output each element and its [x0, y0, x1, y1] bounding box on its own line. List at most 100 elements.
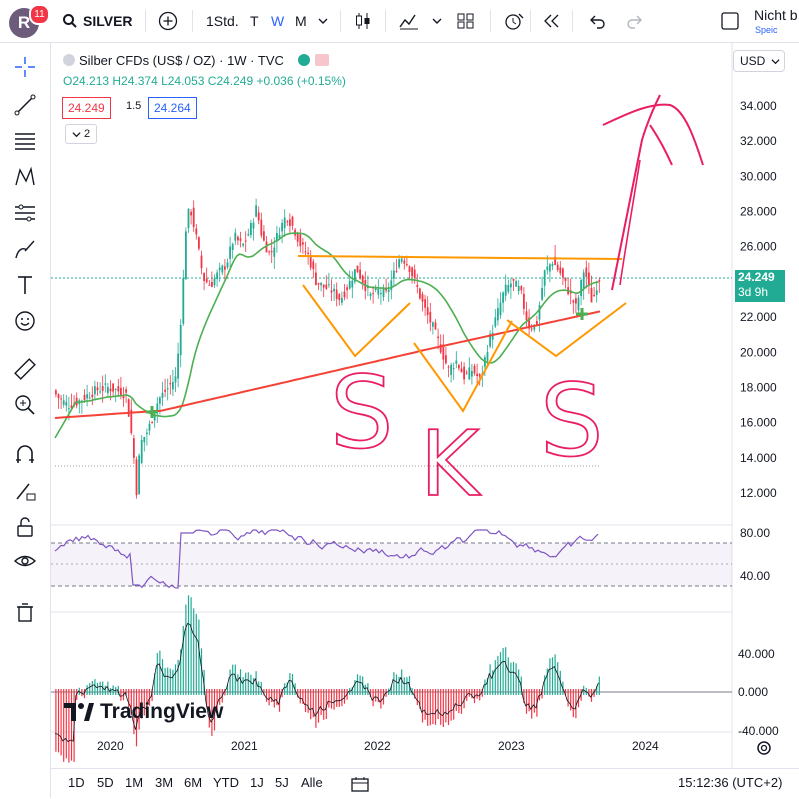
- candle-body: [302, 242, 304, 245]
- goto-date-button[interactable]: [351, 776, 369, 797]
- range-all[interactable]: Alle: [301, 775, 323, 790]
- time-tick-label: 2021: [231, 739, 258, 753]
- range-ytd[interactable]: YTD: [213, 775, 239, 790]
- sell-button[interactable]: 24.249: [62, 97, 111, 119]
- candle-body: [283, 217, 286, 229]
- candle-body: [356, 265, 359, 273]
- candle-body: [83, 394, 86, 400]
- range-1d[interactable]: 1D: [68, 775, 85, 790]
- clock[interactable]: 15:12:36 (UTC+2): [678, 775, 782, 790]
- candle-body: [330, 290, 333, 293]
- candle-body: [351, 280, 354, 288]
- moving-average-fast: [54, 232, 599, 439]
- candle-body: [452, 367, 455, 369]
- candle-body: [403, 260, 406, 264]
- candle-body: [393, 270, 395, 279]
- spread-value: 1.5: [126, 100, 142, 112]
- candle-body: [185, 231, 187, 280]
- candle-body: [224, 266, 226, 270]
- candle-body: [572, 300, 575, 303]
- candle-body: [361, 275, 364, 284]
- candle-body: [200, 255, 203, 269]
- candle-body: [582, 272, 585, 290]
- candle-body: [174, 376, 177, 383]
- candle-body: [497, 308, 499, 321]
- chevron-down-icon: [771, 58, 780, 64]
- buy-button[interactable]: 24.264: [148, 97, 197, 119]
- candle-body: [525, 311, 528, 321]
- rsi-tick-label: 40.00: [740, 569, 770, 583]
- range-5y[interactable]: 5J: [275, 775, 289, 790]
- range-5d[interactable]: 5D: [97, 775, 114, 790]
- candle-body: [135, 459, 138, 496]
- candle-body: [421, 294, 424, 302]
- logo-text: TradingView: [100, 700, 224, 723]
- range-1y[interactable]: 1J: [250, 775, 264, 790]
- annotation-letter-k: K: [420, 412, 481, 517]
- ohlc-values: O24.213 H24.374 L24.053 C24.249 +0.036 (…: [63, 74, 346, 88]
- candle-body: [559, 267, 562, 274]
- candle-body: [429, 311, 432, 323]
- candle-body: [458, 365, 460, 369]
- candle-body: [242, 243, 244, 246]
- candle-body: [94, 386, 96, 395]
- calendar-icon: [351, 777, 369, 792]
- candle-body: [416, 284, 419, 287]
- candle-body: [556, 264, 559, 270]
- breakout-arrow-head: [602, 103, 704, 166]
- candle-body: [359, 269, 361, 279]
- tradingview-logo: TradingView: [64, 700, 223, 724]
- candle-body: [432, 322, 434, 327]
- price-tick-label: 12.000: [740, 486, 777, 500]
- candle-body: [101, 386, 104, 391]
- candle-body: [577, 297, 580, 311]
- candle-body: [338, 294, 341, 301]
- candle-body: [179, 324, 182, 356]
- settings-gear[interactable]: [755, 739, 773, 762]
- candle-body: [341, 297, 343, 303]
- candle-body: [226, 262, 229, 268]
- candle-body: [473, 365, 476, 374]
- candle-body: [221, 265, 224, 273]
- candle-body: [203, 272, 205, 281]
- candle-body: [312, 261, 315, 270]
- candle-body: [263, 231, 265, 241]
- candle-body: [244, 240, 247, 242]
- candle-body: [286, 221, 289, 223]
- candle-body: [335, 289, 338, 300]
- price-chart[interactable]: S K S 34.00032.00030.00028.00026.00024.0…: [0, 0, 799, 798]
- candle-body: [486, 352, 489, 361]
- candle-body: [159, 397, 161, 404]
- range-3m[interactable]: 3M: [155, 775, 173, 790]
- range-6m[interactable]: 6M: [184, 775, 202, 790]
- candle-body: [328, 284, 330, 286]
- candle-body: [195, 228, 198, 235]
- time-tick-label: 2022: [364, 739, 391, 753]
- candle-body: [585, 267, 588, 277]
- candle-body: [580, 279, 582, 297]
- indicator-collapse-button[interactable]: 2: [65, 124, 97, 144]
- candle-body: [536, 321, 538, 325]
- currency-dropdown[interactable]: USD: [733, 50, 785, 72]
- candle-body: [296, 232, 299, 242]
- candles-layer: [55, 198, 601, 499]
- candle-body: [575, 298, 577, 304]
- price-tick-label: 26.000: [740, 240, 777, 254]
- candle-body: [273, 247, 276, 257]
- candle-body: [471, 371, 473, 377]
- candle-body: [590, 287, 593, 303]
- candle-body: [369, 293, 372, 297]
- candle-body: [270, 251, 273, 253]
- chart-legend-title[interactable]: Silber CFDs (US$ / OZ) · 1W · TVC: [63, 53, 330, 68]
- candle-body: [57, 394, 60, 399]
- candle-body: [182, 278, 185, 324]
- candle-body: [406, 264, 408, 266]
- candle-body: [231, 244, 234, 251]
- candle-body: [541, 287, 543, 300]
- osc-tick-label: 0.000: [738, 685, 768, 699]
- symbol-logo-icon: [63, 54, 75, 66]
- candle-body: [190, 211, 192, 216]
- candle-body: [468, 367, 471, 380]
- candle-body: [260, 219, 263, 236]
- range-1m[interactable]: 1M: [125, 775, 143, 790]
